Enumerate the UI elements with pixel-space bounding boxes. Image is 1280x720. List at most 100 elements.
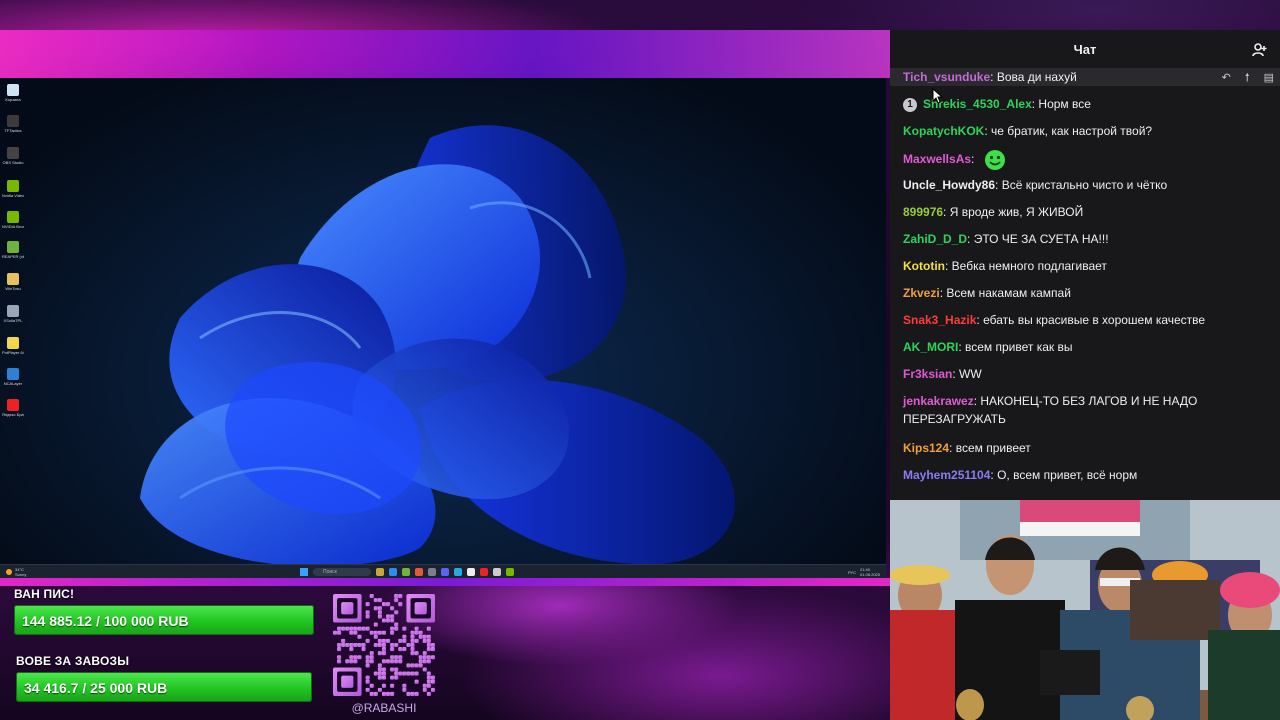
qr-module (381, 602, 387, 607)
qr-module (410, 671, 415, 676)
qr-module (406, 663, 411, 668)
users-icon[interactable] (1252, 42, 1268, 58)
tray-date[interactable]: 01.08.2025 (860, 572, 880, 577)
desktop-icon-3[interactable]: Nvidia Video (2, 180, 24, 198)
windows-start-icon[interactable] (300, 568, 308, 576)
qr-module (426, 679, 431, 684)
qr-module (426, 655, 431, 660)
qr-module (430, 655, 435, 660)
qr-module (390, 606, 395, 611)
windows-desktop (0, 78, 886, 564)
qr-module (361, 647, 366, 652)
qr-module (402, 687, 407, 692)
chat-username[interactable]: Kips124 (903, 441, 949, 455)
taskbar-search-placeholder: Поиск (323, 569, 337, 575)
nvidia-icon (7, 180, 19, 192)
reply-icon[interactable]: ↶ (1222, 69, 1231, 87)
chat-message[interactable]: jenkakrawez: НАКОНЕЦ-ТО БЕЗ ЛАГОВ И НЕ Н… (903, 392, 1263, 428)
discord-taskbar-icon[interactable] (441, 568, 449, 576)
settings-taskbar-icon[interactable] (493, 568, 501, 576)
donation-qr-code (333, 594, 435, 696)
delete-icon[interactable]: ▤ (1264, 69, 1274, 87)
desktop-icon-7[interactable]: XSollaTPL (2, 305, 24, 323)
taskbar-search-input[interactable]: Поиск (313, 568, 371, 576)
webcam-feed (890, 500, 1280, 720)
chat-message[interactable]: Kototin: Вебка немного подлагивает (903, 257, 1263, 275)
file-explorer-icon[interactable] (376, 568, 384, 576)
qr-module (373, 671, 378, 676)
desktop-icon-10[interactable]: Яндекс Браузер (2, 399, 24, 417)
qr-module (422, 667, 427, 672)
desktop-icon-4[interactable]: NVIDIA Broadcast (2, 211, 24, 229)
desktop-icon-6[interactable]: WinTosu (2, 273, 24, 291)
qr-module (418, 634, 423, 639)
qr-module (377, 651, 382, 656)
qr-module (414, 671, 419, 676)
chat-message[interactable]: ZahiD_D_D: ЭТО ЧЕ ЗА СУЕТА НА!!! (903, 230, 1263, 248)
chat-message[interactable]: MaxwellsAs: (903, 149, 1263, 171)
desktop-icon-9[interactable]: NCALayer (2, 368, 24, 386)
qr-module (398, 655, 403, 660)
desktop-icon-2[interactable]: OBS Studio (2, 147, 24, 165)
chat-separator: : (967, 232, 974, 246)
desktop-icon-label: REAPER (x64) (2, 254, 24, 259)
qr-module (349, 630, 354, 635)
pin-icon[interactable]: 🠕 (1245, 69, 1250, 87)
chat-message[interactable]: Zkvezi: Всем накамам кампай (903, 284, 1263, 302)
qr-module (369, 659, 374, 664)
chat-username[interactable]: AK_MORI (903, 340, 958, 354)
chat-message[interactable]: Tich_vsunduke: Вова ди нахуй ↶ 🠕 ▤ (890, 68, 1280, 86)
qr-module (369, 691, 374, 696)
store-icon[interactable] (389, 568, 397, 576)
chat-username[interactable]: Snak3_Hazik (903, 313, 976, 327)
qr-module (373, 642, 378, 648)
qr-module (369, 594, 374, 599)
taskbar-weather-widget[interactable]: 34°C Sunny (6, 567, 26, 577)
telegram-taskbar-icon[interactable] (454, 568, 462, 576)
desktop-icon-5[interactable]: REAPER (x64) (2, 241, 24, 259)
chat-username[interactable]: KopatychKOK (903, 124, 984, 138)
chat-username[interactable]: Mayhem251104 (903, 468, 990, 482)
chat-message[interactable]: AK_MORI: всем привет как вы (903, 338, 1263, 356)
smile-emote-icon (984, 150, 1005, 170)
desktop-icon-1[interactable]: TFTactics (2, 115, 24, 133)
qr-module (386, 659, 391, 664)
chat-username[interactable]: MaxwellsAs (903, 152, 971, 166)
qr-module (426, 642, 431, 648)
app-taskbar-icon[interactable] (415, 568, 423, 576)
qr-module (373, 622, 378, 627)
qr-module (377, 638, 382, 643)
chat-username[interactable]: 899976 (903, 205, 943, 219)
qr-module (390, 626, 395, 631)
chat-text: Вова ди нахуй (996, 70, 1077, 84)
chat-username[interactable]: Zkvezi (903, 286, 940, 300)
qr-module (369, 683, 374, 688)
obs-taskbar-icon[interactable] (428, 568, 436, 576)
tray-lang[interactable]: РУС (848, 570, 856, 575)
chat-message[interactable]: 1 Shrekis_4530_Alex: Норм все (903, 95, 1263, 113)
desktop-icon-0[interactable]: Корзина (2, 84, 24, 102)
nvidia-taskbar-icon[interactable] (506, 568, 514, 576)
reaper-taskbar-icon[interactable] (402, 568, 410, 576)
chat-message[interactable]: Snak3_Hazik: ебать вы красивые в хорошем… (903, 311, 1263, 329)
chat-message[interactable]: KopatychKOK: че братик, как настрой твой… (903, 122, 1263, 140)
qr-module (410, 691, 415, 696)
chat-message[interactable]: Fr3ksian: WW (903, 365, 1263, 383)
desktop-icon-8[interactable]: PotPlayer 64 bit (2, 337, 24, 355)
yandex-taskbar-icon[interactable] (480, 568, 488, 576)
qr-module (377, 642, 382, 648)
chat-username[interactable]: Kototin (903, 259, 945, 273)
chat-username[interactable]: jenkakrawez (903, 394, 974, 408)
chat-message[interactable]: 899976: Я вроде жив, Я ЖИВОЙ (903, 203, 1263, 221)
chat-username[interactable]: ZahiD_D_D (903, 232, 967, 246)
chat-message[interactable]: Kips124: всем привеет (903, 439, 1263, 457)
chat-username[interactable]: Tich_vsunduke (903, 70, 990, 84)
qr-module (357, 655, 362, 660)
chat-username[interactable]: Uncle_Howdy86 (903, 178, 995, 192)
chat-message[interactable]: Uncle_Howdy86: Всё кристально чисто и чё… (903, 176, 1263, 194)
qr-module (402, 683, 407, 688)
chat-message[interactable]: Mayhem251104: О, всем привет, всё норм (903, 466, 1263, 484)
chat-username[interactable]: Fr3ksian (903, 367, 952, 381)
chat-separator: : (958, 340, 966, 354)
browser-taskbar-icon[interactable] (467, 568, 475, 576)
